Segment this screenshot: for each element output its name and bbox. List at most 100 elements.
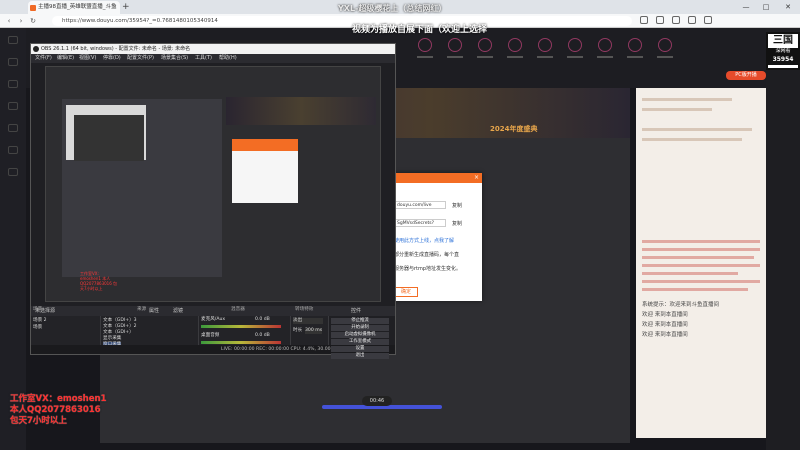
copy-url-button[interactable]: 复制 [452, 202, 478, 209]
nav-category-icon[interactable] [446, 38, 464, 60]
help-link[interactable]: 使用此方式上线，点我了解 [394, 237, 478, 244]
virtual-camera-button[interactable]: 启动虚拟摄像机 [331, 332, 389, 338]
stream-key-field[interactable]: SgMVsdSecrets? [394, 219, 446, 227]
obs-window: OBS 26.1.1 (64 bit, windows) - 配置文件: 未命名… [30, 43, 396, 355]
maximize-button[interactable]: □ [756, 0, 776, 14]
menu-tools[interactable]: 工具(T) [195, 54, 212, 63]
nav-category-icon[interactable] [416, 38, 434, 60]
rtmp-url-field[interactable]: douyu.com/live [394, 201, 446, 209]
sources-title: 来源 [137, 307, 147, 312]
close-tab-icon[interactable]: × [112, 1, 117, 14]
start-recording-button[interactable]: 开始录制 [331, 325, 389, 331]
logo-line1: 三国 [773, 35, 793, 46]
overlay-caption-second: 视频为播放自展下面（欢迎上选择 [352, 25, 488, 35]
nav-category-icon[interactable] [476, 38, 494, 60]
menu-help[interactable]: 帮助(H) [219, 54, 237, 63]
nested-banner [226, 97, 376, 125]
tab-title: 主播98直播_英雄联盟直播_斗鱼 [38, 4, 117, 10]
chat-panel: 系统提示：欢迎来到斗鱼直播间 欢迎 来到本直播间 欢迎 来到本直播间 欢迎 来到… [636, 88, 766, 438]
obs-titlebar: OBS 26.1.1 (64 bit, windows) - 配置文件: 未命名… [31, 44, 395, 54]
sidebar-home-icon[interactable] [8, 36, 18, 44]
mixer-channel-db: 0.0 dB [255, 317, 270, 322]
room-number: 35954 [768, 55, 798, 65]
collections-icon[interactable] [672, 16, 680, 24]
back-icon[interactable]: ‹ [4, 16, 14, 26]
url-input[interactable]: https://www.douyu.com/35954?_=0.76814801… [52, 16, 632, 26]
menu-profile[interactable]: 配置文件(P) [127, 54, 154, 63]
copy-key-button[interactable]: 复制 [452, 220, 478, 227]
scene-item[interactable]: 场景 2 [33, 318, 47, 324]
menu-view[interactable]: 视图(V) [79, 54, 96, 63]
hint-text: 部分重新生成直播码，每个直 [394, 252, 460, 258]
sidebar-category-icon[interactable] [8, 80, 18, 88]
controls-title: 控件 [351, 308, 362, 314]
nested-window [66, 105, 146, 161]
menu-scene-collection[interactable]: 场景集合(S) [161, 54, 188, 63]
sidebar-game-icon[interactable] [8, 146, 18, 154]
scenes-title: 场景 [33, 307, 43, 312]
extension-icon[interactable] [640, 16, 648, 24]
transitions-title: 转场特效 [295, 307, 314, 312]
properties-button[interactable]: 属性 [149, 306, 159, 316]
close-window-button[interactable]: ✕ [778, 0, 798, 14]
overlay-caption-top: YXL-超级樱花上（总结网红） [338, 4, 447, 13]
nav-category-icon[interactable] [626, 38, 644, 60]
nav-category-icon[interactable] [566, 38, 584, 60]
obs-preview[interactable]: 工作室VX: emoshen1 本人QQ2077863016 包天7小时以上 [45, 66, 381, 302]
scene-item[interactable]: 场景 [33, 325, 42, 331]
minimize-button[interactable]: — [736, 0, 756, 14]
dialog-header: × [390, 173, 482, 183]
mixer-title: 混音器 [231, 307, 245, 312]
duration-input[interactable]: 300 ms [305, 328, 323, 334]
banner-title: 2024年度盛典 [490, 125, 538, 133]
browser-tab[interactable]: 主播98直播_英雄联盟直播_斗鱼 × [28, 1, 120, 14]
watermark-text: 工作室VX：emoshen1 本人QQ2077863016 包天7小时以上 [10, 394, 106, 427]
menu-edit[interactable]: 编辑(E) [57, 54, 74, 63]
nested-preview [74, 115, 144, 161]
chat-message: 欢迎 来到本直播间 [642, 322, 688, 328]
favorites-icon[interactable] [656, 16, 664, 24]
menu-docks[interactable]: 停靠(D) [103, 54, 121, 63]
profile-icon[interactable] [688, 16, 696, 24]
settings-button[interactable]: 设置 [331, 346, 389, 352]
duration-label: 时长 [293, 328, 303, 333]
left-sidebar [0, 28, 26, 450]
obs-title-text: OBS 26.1.1 (64 bit, windows) - 配置文件: 未命名… [41, 46, 191, 52]
nav-category-icon[interactable] [536, 38, 554, 60]
stop-streaming-button[interactable]: 停止推流 [331, 318, 389, 324]
mixer-channel-label: 桌面音频 [201, 333, 220, 338]
nested-dialog [232, 151, 298, 203]
confirm-button[interactable]: 确定 [394, 287, 418, 297]
filters-button[interactable]: 滤镜 [173, 306, 183, 316]
more-menu-icon[interactable] [704, 16, 712, 24]
forward-icon[interactable]: › [16, 16, 26, 26]
nav-category-icon[interactable] [656, 38, 674, 60]
close-icon[interactable]: × [474, 174, 479, 181]
sidebar-more-icon[interactable] [8, 168, 18, 176]
stream-settings-dialog: × douyu.com/live 复制 SgMVsdSecrets? 复制 使用… [390, 173, 482, 301]
menu-file[interactable]: 文件(F) [35, 54, 52, 63]
nested-capture: 工作室VX: emoshen1 本人QQ2077863016 包天7小时以上 [62, 99, 222, 291]
watermark-line: 工作室VX：emoshen1 [10, 394, 107, 404]
sidebar-video-icon[interactable] [8, 124, 18, 132]
sidebar-follow-icon[interactable] [8, 58, 18, 66]
chat-message: 系统提示：欢迎来到斗鱼直播间 [642, 302, 720, 308]
obs-menubar: 文件(F) 编辑(E) 视图(V) 停靠(D) 配置文件(P) 场景集合(S) … [31, 54, 395, 63]
nav-category-icon[interactable] [506, 38, 524, 60]
transition-select[interactable]: 淡出 [293, 318, 323, 324]
player-time: 00:46 [362, 396, 392, 406]
nested-caption: 工作室VX: emoshen1 本人QQ2077863016 包天7小时以上 [80, 271, 118, 291]
chat-message: 欢迎 来到本直播间 [642, 312, 688, 318]
douyu-favicon-icon [30, 5, 36, 11]
new-tab-button[interactable]: + [122, 0, 130, 14]
nav-category-icon[interactable] [596, 38, 614, 60]
volume-meter [201, 325, 281, 328]
pc-stream-badge[interactable]: PC版开播 [726, 71, 766, 80]
chat-message: 欢迎 来到本直播间 [642, 332, 688, 338]
refresh-icon[interactable]: ↻ [28, 16, 38, 26]
mixer-channel-label: 麦克风/Aux [201, 317, 226, 322]
exit-button[interactable]: 退出 [331, 353, 389, 359]
sidebar-history-icon[interactable] [8, 102, 18, 110]
watermark-line: 包天7小时以上 [10, 416, 67, 426]
right-toolbar [766, 28, 800, 450]
